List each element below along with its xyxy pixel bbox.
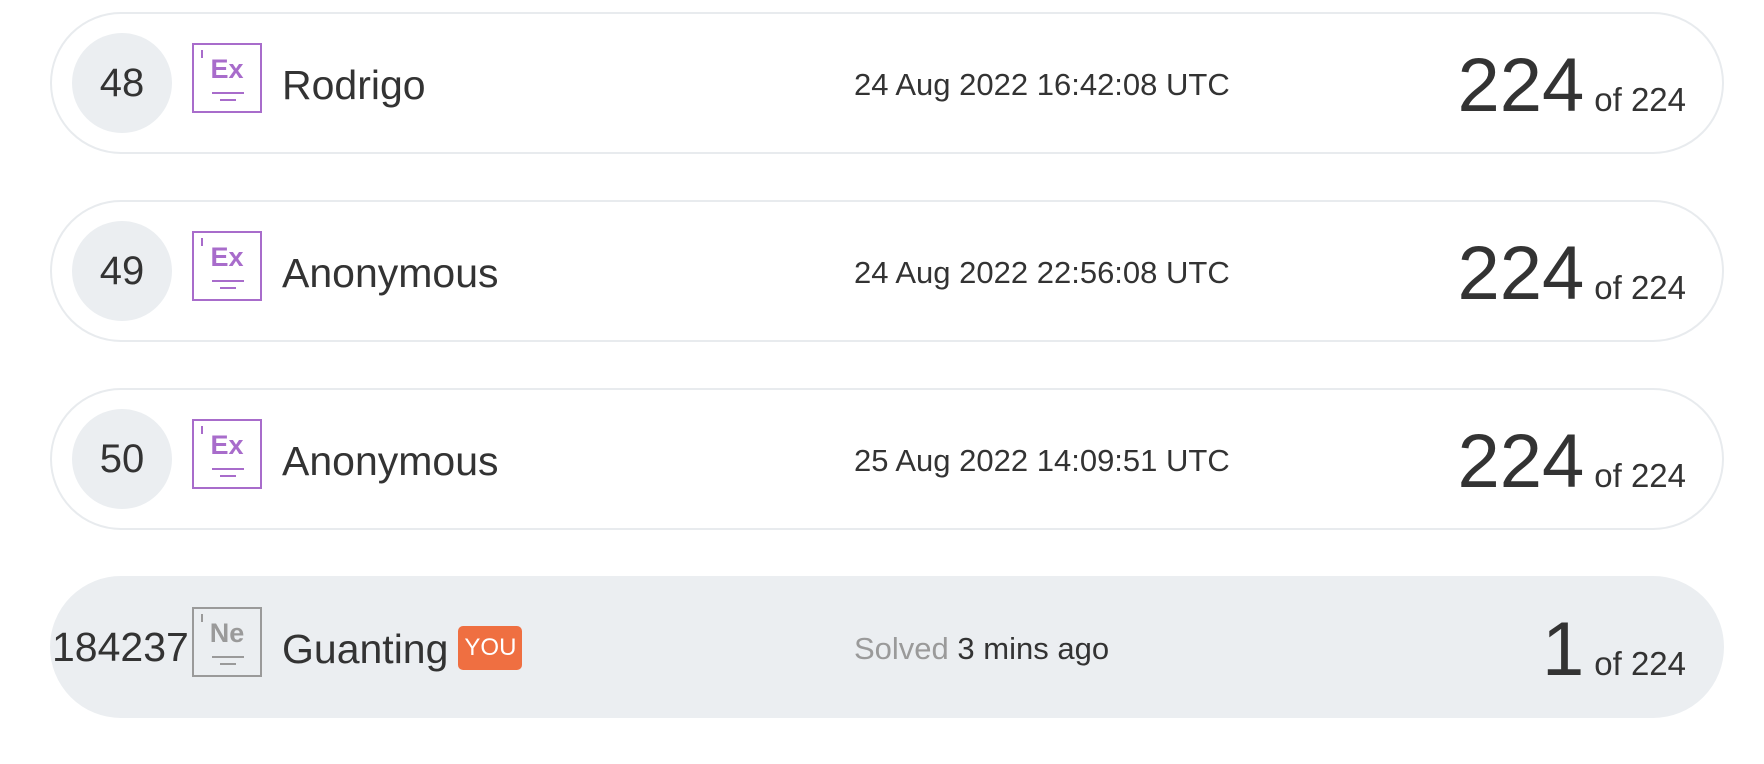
score-total: of 224 — [1594, 269, 1686, 306]
level-badge-icon: Ex — [192, 231, 262, 301]
solved-label: Solved — [854, 631, 949, 666]
level-code: Ex — [210, 54, 244, 84]
rank-number: 49 — [72, 221, 172, 321]
leaderboard: 48 Ex Rodrigo 24 Aug 2022 16:42:08 UTC 2… — [0, 0, 1764, 764]
player-name: Rodrigo — [282, 62, 426, 108]
level-badge-icon: Ex — [192, 43, 262, 113]
leaderboard-row: 49 Ex Anonymous 24 Aug 2022 22:56:08 UTC… — [50, 200, 1724, 342]
score: 224 of 224 — [1457, 224, 1686, 324]
leaderboard-row: 48 Ex Rodrigo 24 Aug 2022 16:42:08 UTC 2… — [50, 12, 1724, 154]
solve-time: 24 Aug 2022 22:56:08 UTC — [854, 255, 1230, 290]
level-code: Ne — [209, 618, 245, 648]
solve-time: Solved 3 mins ago — [854, 618, 1109, 680]
score-total: of 224 — [1594, 457, 1686, 494]
solved-ago: 3 mins ago — [957, 631, 1110, 666]
score: 224 of 224 — [1457, 36, 1686, 136]
rank-number: 50 — [72, 409, 172, 509]
you-badge: YOU — [458, 626, 523, 671]
score-total: of 224 — [1594, 645, 1686, 682]
player-name: Guanting YOU — [282, 618, 523, 680]
rank-number: 184237 — [52, 624, 189, 670]
current-user-row: 184237 Ne Guanting YOU Solved 3 mins ago … — [50, 576, 1724, 718]
rank-number: 48 — [72, 33, 172, 133]
score-value: 1 — [1541, 607, 1585, 692]
score: 224 of 224 — [1457, 412, 1686, 512]
solve-time: 25 Aug 2022 14:09:51 UTC — [854, 443, 1230, 478]
level-code: Ex — [210, 430, 244, 460]
player-name: Anonymous — [282, 250, 499, 296]
level-code: Ex — [210, 242, 244, 272]
player-name: Anonymous — [282, 438, 499, 484]
leaderboard-row: 50 Ex Anonymous 25 Aug 2022 14:09:51 UTC… — [50, 388, 1724, 530]
level-badge-icon: Ne — [192, 607, 262, 677]
score: 1 of 224 — [1542, 600, 1686, 700]
score-value: 224 — [1457, 231, 1585, 316]
score-total: of 224 — [1594, 81, 1686, 118]
score-value: 224 — [1457, 43, 1585, 128]
level-badge-icon: Ex — [192, 419, 262, 489]
solve-time: 24 Aug 2022 16:42:08 UTC — [854, 67, 1230, 102]
score-value: 224 — [1457, 419, 1585, 504]
player-name-text: Guanting — [282, 626, 449, 672]
